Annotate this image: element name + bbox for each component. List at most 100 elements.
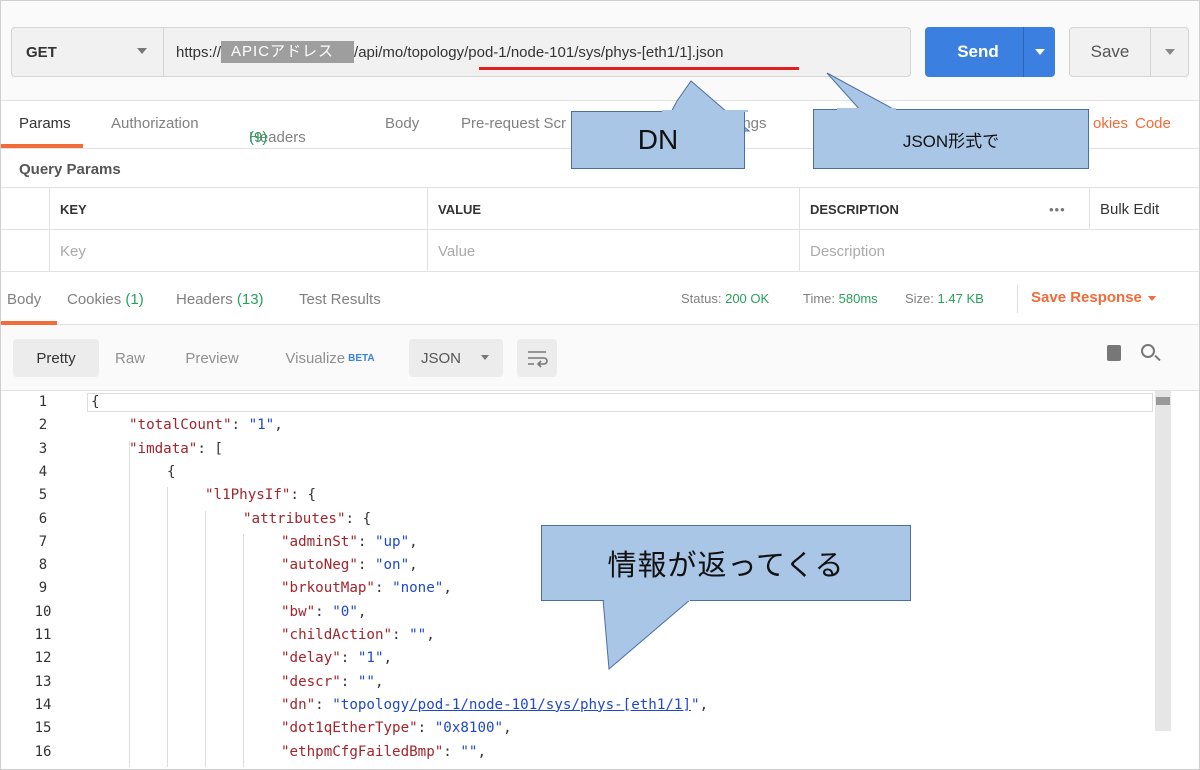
json-key: "descr" [281,673,341,690]
json-punct: : [374,580,393,597]
view-pretty[interactable]: Pretty [13,339,99,377]
query-params-title: Query Params [19,161,121,178]
json-key: "bw" [281,603,316,620]
method-label: GET [26,43,57,61]
line-number: 5 [38,487,48,504]
tab-prerequest[interactable]: Pre-request Scr [461,115,566,132]
json-string: "topology [332,696,410,713]
description-input[interactable]: Description [799,230,1199,272]
code-link[interactable]: Code [1135,115,1171,132]
save-dropdown[interactable] [1151,49,1188,55]
tab-response-headers[interactable]: Headers (13) [176,291,264,308]
format-select[interactable]: JSON [409,339,503,377]
json-punct: , [274,417,283,434]
code-line: "descr": "", [281,674,384,690]
tab-test-results[interactable]: Test Results [299,291,381,308]
url-api-path: /api/mo/ [354,43,408,61]
send-button[interactable]: Send [925,27,1055,77]
size-label: Size: [905,291,934,306]
json-string: "1" [357,650,384,667]
json-key: "attributes" [243,510,346,527]
json-punct: : { [345,510,372,527]
tab-params[interactable]: Params [19,115,71,132]
code-line: "l1PhysIf": { [205,487,316,503]
indent-guide [243,533,244,767]
send-label: Send [957,42,999,61]
json-punct: : [392,627,410,643]
time-value: 580ms [838,291,878,306]
json-punct: : [ [197,440,223,457]
tab-response-cookies-count: (1) [125,291,144,308]
col-value: VALUE [427,188,799,230]
line-number: 16 [34,743,52,760]
line-number: 3 [38,440,48,457]
save-button[interactable]: Save [1069,27,1189,77]
code-line: "childAction": "", [281,627,435,643]
json-string: "" [357,673,375,690]
view-preview[interactable]: Preview [169,339,255,377]
json-punct: : [340,650,358,667]
json-string: "0" [332,603,358,620]
wrap-lines-icon [528,351,548,368]
json-key: "childAction" [281,627,393,643]
json-callout: JSON形式で [813,109,1089,169]
url-suffix: .json [691,43,724,61]
key-input[interactable]: Key [49,230,427,272]
more-options[interactable]: ••• [1039,188,1089,230]
line-number: 1 [38,394,48,410]
code-line: "attributes": { [243,511,371,527]
json-punct: : [231,417,249,434]
line-number: 2 [38,417,48,434]
json-punct: , [443,580,452,597]
view-raw[interactable]: Raw [101,339,159,377]
code-line: "dn": "topology/pod-1/node-101/sys/phys-… [281,697,708,713]
copy-icon[interactable] [1107,345,1121,361]
method-select[interactable]: GET [11,27,163,77]
tab-body[interactable]: Body [385,115,419,132]
bulk-edit-link[interactable]: Bulk Edit [1089,188,1199,230]
json-key: "adminSt" [281,533,358,550]
json-string: "on" [374,557,410,574]
save-response-button[interactable]: Save Response [1031,289,1156,306]
code-line: "brkoutMap": "none", [281,580,452,596]
scrollbar-thumb[interactable] [1156,397,1170,405]
scrollbar[interactable] [1155,391,1171,731]
send-dropdown[interactable] [1024,49,1055,55]
params-empty-row: Key Value Description [1,230,1199,272]
tab-response-headers-count: (13) [236,291,264,308]
tab-response-cookies[interactable]: Cookies (1) [67,291,144,308]
indent-guide [129,440,130,767]
wrap-lines-button[interactable] [517,339,557,377]
response-view-toolbar: Pretty Raw Preview Visualize BETA JSON [1,325,1199,391]
json-key: "delay" [281,650,341,667]
code-line: { [91,394,100,410]
json-punct: , [699,696,709,713]
code-line: "adminSt": "up", [281,534,418,550]
chevron-down-icon [137,48,147,54]
indent-guide [167,487,168,767]
json-punct: , [357,603,367,620]
time-label: Time: [803,291,836,306]
code-line: "ethpmCfgFailedBmp": "", [281,744,486,760]
json-punct: : [443,743,461,760]
tab-headers-count: (9) [249,129,268,146]
line-number: 10 [34,603,52,620]
value-input[interactable]: Value [427,230,799,272]
json-punct: : [357,533,375,550]
line-number: 8 [38,557,48,574]
more-icon: ••• [1049,201,1066,217]
json-string: " [691,696,700,713]
params-table: KEY VALUE DESCRIPTION ••• Bulk Edit Key … [1,187,1199,272]
url-prefix: https:// [176,43,222,61]
json-string: "" [409,627,427,643]
json-key: "dn" [281,696,316,713]
tab-authorization[interactable]: Authorization [111,115,199,132]
tab-response-body[interactable]: Body [7,291,41,308]
code-line: "autoNeg": "on", [281,557,418,573]
cookies-link[interactable]: okies [1093,115,1128,132]
beta-badge: BETA [348,352,375,364]
search-icon[interactable] [1141,344,1155,358]
view-visualize[interactable]: Visualize BETA [267,339,393,377]
json-string: "up" [374,533,410,550]
chevron-down-icon [1147,295,1156,301]
